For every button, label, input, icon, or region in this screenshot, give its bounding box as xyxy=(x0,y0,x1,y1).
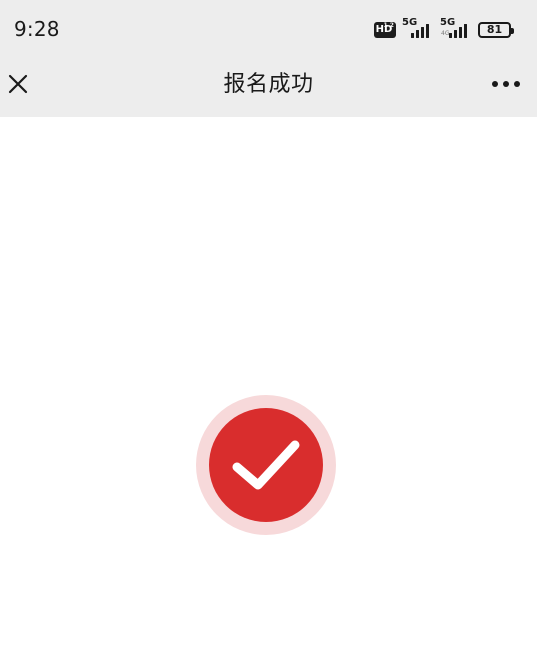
signal-5g-2-icon: 5G 4G xyxy=(440,18,472,41)
nav-bar: 报名成功 xyxy=(0,60,537,117)
status-time: 9:28 xyxy=(14,17,60,41)
hd-icon: HD 1 2 xyxy=(374,22,396,38)
success-check-svg xyxy=(196,395,336,535)
battery-level: 81 xyxy=(486,23,503,36)
hd-sub-label: 1 2 xyxy=(383,22,394,29)
main-content xyxy=(0,117,537,647)
signal-bars-1 xyxy=(411,23,434,38)
more-icon-dot xyxy=(514,81,520,87)
more-icon-dot xyxy=(503,81,509,87)
battery-icon: 81 xyxy=(478,22,514,38)
status-icons: HD 1 2 5G 5G 4G 81 xyxy=(374,18,514,41)
top-bar: 9:28 HD 1 2 5G 5G 4G 81 报名成功 xyxy=(0,0,537,117)
status-bar: 9:28 HD 1 2 5G 5G 4G 81 xyxy=(0,0,537,60)
signal-bars-2 xyxy=(449,23,472,38)
more-icon-dot xyxy=(492,81,498,87)
signal-5g-1-icon: 5G xyxy=(402,18,434,41)
more-button[interactable] xyxy=(492,79,520,89)
page-title: 报名成功 xyxy=(223,72,314,97)
success-check-icon xyxy=(196,395,336,535)
